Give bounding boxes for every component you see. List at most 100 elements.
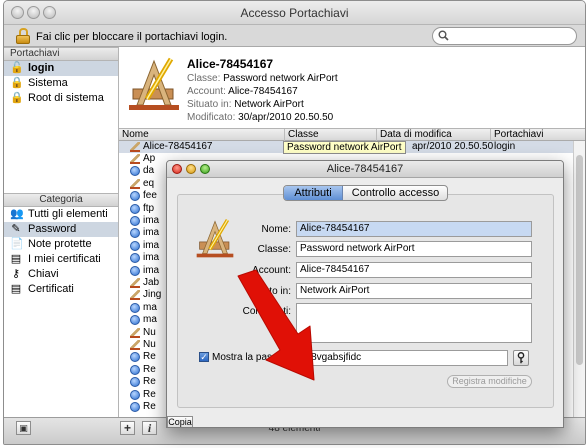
info-account-label: Account: <box>187 86 226 97</box>
sidebar-item-label: Password <box>28 223 77 235</box>
network-globe-icon <box>130 302 140 313</box>
sidebar-item-keys[interactable]: ⚷ Chiavi <box>4 267 118 282</box>
info-class-label: Classe: <box>187 73 221 84</box>
class-field[interactable]: Password network AirPort <box>296 241 532 257</box>
class-tooltip: Password network AirPort <box>283 141 406 154</box>
column-header-date[interactable]: Data di modifica <box>377 129 491 141</box>
row-name: Re <box>143 363 156 375</box>
sidebar-item-label: Certificati <box>28 283 74 295</box>
row-name: Jab <box>143 277 160 288</box>
row-name: Ap <box>143 153 156 164</box>
lock-icon[interactable] <box>16 28 30 44</box>
sidebar-item-my-certificates[interactable]: ▤ I miei certificati <box>4 252 118 267</box>
network-globe-icon <box>130 265 140 276</box>
network-globe-icon <box>130 377 140 388</box>
location-field[interactable]: Network AirPort <box>296 283 532 299</box>
sidebar-item-label: login <box>28 62 55 74</box>
sidebar-item-certificates[interactable]: ▤ Certificati <box>4 282 118 297</box>
item-dialog: Alice-78454167 Attributi Controllo acces… <box>166 160 564 428</box>
password-icon <box>130 327 140 338</box>
network-globe-icon <box>130 315 140 326</box>
sidebar-item-password[interactable]: ✎ Password <box>4 222 118 237</box>
row-name: Re <box>143 401 156 412</box>
column-header-keychain[interactable]: Portachiavi <box>491 129 585 141</box>
sidebar-item-label: I miei certificati <box>28 253 101 265</box>
sidebar-item-sistema[interactable]: 🔒 Sistema <box>4 76 118 91</box>
note-icon: 📄 <box>10 238 24 250</box>
row-keychain: login <box>494 141 516 152</box>
network-globe-icon <box>130 228 140 239</box>
password-field[interactable]: 988vgabsjfidc <box>296 350 508 366</box>
network-globe-icon <box>130 166 140 177</box>
password-assistant-button[interactable] <box>513 350 529 366</box>
key-icon: ⚷ <box>11 268 21 280</box>
name-field[interactable]: Alice-78454167 <box>296 221 532 237</box>
row-name: ima <box>143 227 160 239</box>
toolbar: Fai clic per bloccare il portachiavi log… <box>4 25 585 47</box>
copy-button[interactable]: Copia <box>167 416 193 427</box>
sidebar-item-label: Note protette <box>28 238 92 250</box>
info-modified-value: 30/apr/2010 20.50.50 <box>238 112 334 123</box>
info-account-value: Alice-78454167 <box>228 86 298 97</box>
search-field[interactable] <box>432 27 577 45</box>
item-info-panel: Alice-78454167 Classe: Password network … <box>119 47 585 129</box>
column-header-name[interactable]: Nome <box>119 129 285 141</box>
info-class-value: Password network AirPort <box>223 73 338 84</box>
sidebar-item-login[interactable]: 🔓 login <box>4 61 118 76</box>
network-globe-icon <box>130 216 140 226</box>
keychains-header: Portachiavi <box>4 47 118 61</box>
name-label: Nome: <box>261 224 291 235</box>
column-headers: Nome Classe Data di modifica Portachiavi <box>119 129 585 141</box>
category-header: Categoria <box>4 193 118 207</box>
row-name: ma <box>143 301 157 313</box>
sidebar-item-label: Root di sistema <box>28 92 104 104</box>
airport-password-icon <box>129 57 179 110</box>
row-date: apr/2010 20.50.50 <box>412 141 494 152</box>
list-scrollbar[interactable] <box>573 141 585 417</box>
show-password-checkbox[interactable]: ✓ <box>199 352 209 362</box>
row-name: Re <box>143 351 156 363</box>
row-name: Nu <box>143 339 156 350</box>
tab-attributes[interactable]: Attributi <box>284 186 343 200</box>
lock-hint: Fai clic per bloccare il portachiavi log… <box>36 31 228 43</box>
row-name: ima <box>143 252 160 264</box>
dialog-title: Alice-78454167 <box>326 163 404 175</box>
info-location-label: Situato in: <box>187 99 232 110</box>
tab-access-control[interactable]: Controllo accesso <box>344 186 447 200</box>
row-name: ftp <box>143 202 155 214</box>
network-globe-icon <box>130 352 140 363</box>
network-globe-icon <box>130 389 140 400</box>
password-icon <box>130 278 140 288</box>
class-label: Classe: <box>257 244 291 255</box>
sidebar-item-all[interactable]: 👥 Tutti gli elementi <box>4 207 118 222</box>
network-globe-icon <box>130 203 140 214</box>
save-changes-button[interactable]: Registra modifiche <box>447 375 532 388</box>
row-name: da <box>143 165 155 177</box>
sidebar-item-secure-notes[interactable]: 📄 Note protette <box>4 237 118 252</box>
scroll-thumb[interactable] <box>576 155 583 365</box>
window-titlebar: Accesso Portachiavi <box>4 1 585 25</box>
people-icon: 👥 <box>10 208 24 220</box>
sidebar-item-root[interactable]: 🔒 Root di sistema <box>4 91 118 106</box>
row-name: fee <box>143 190 157 202</box>
certificate-icon: ▤ <box>10 283 22 295</box>
row-name: eq <box>143 177 155 189</box>
column-header-class[interactable]: Classe <box>285 129 377 141</box>
info-location-value: Network AirPort <box>234 99 304 110</box>
key-icon <box>517 352 525 364</box>
row-name: Re <box>143 376 156 388</box>
password-icon <box>130 340 140 350</box>
padlock-icon: 🔒 <box>10 92 24 104</box>
comments-field[interactable] <box>296 303 532 343</box>
certificate-icon: ▤ <box>10 253 22 265</box>
network-globe-icon <box>130 191 140 202</box>
dialog-tabs: Attributi Controllo accesso <box>283 185 448 201</box>
row-name: ima <box>143 215 160 226</box>
row-name: Re <box>143 388 156 400</box>
row-name: Alice-78454167 <box>143 141 213 152</box>
password-icon <box>130 178 140 189</box>
password-icon <box>130 290 140 301</box>
padlock-icon: 🔒 <box>10 77 24 89</box>
account-field[interactable]: Alice-78454167 <box>296 262 532 278</box>
network-globe-icon <box>130 253 140 264</box>
